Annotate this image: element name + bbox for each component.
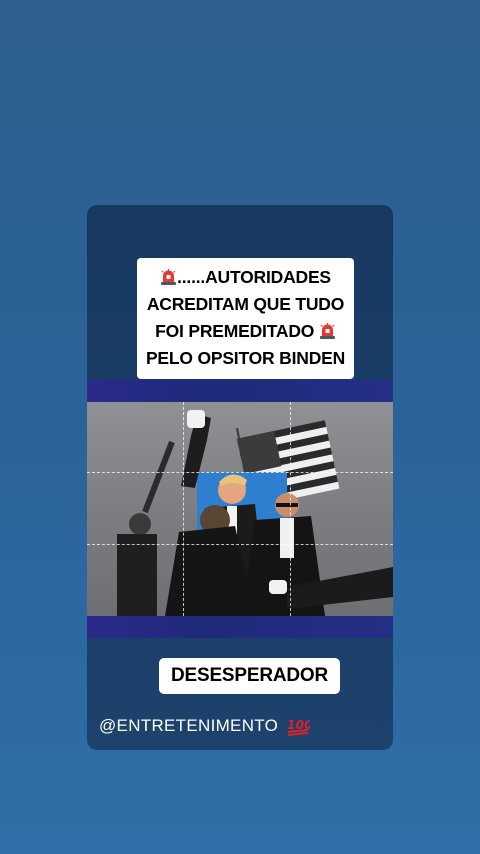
photo-bottom-band: [87, 616, 393, 638]
headline-line-4: PELO OPSITOR BINDEN: [145, 348, 346, 368]
photo-top-band: [87, 380, 393, 402]
mention-sticker[interactable]: @ENTRETENIMENTO 100: [99, 715, 313, 737]
caption-sticker[interactable]: DESESPERADOR: [159, 658, 340, 694]
headline-line-1: ......AUTORIDADES: [177, 267, 331, 287]
news-photo[interactable]: [87, 402, 393, 616]
siren-icon: [319, 320, 336, 339]
headline-box: ......AUTORIDADES ACREDITAM QUE TUDO FOI…: [137, 258, 354, 379]
mention-handle[interactable]: @ENTRETENIMENTO: [99, 716, 278, 736]
headline-line-2: ACREDITAM QUE TUDO: [146, 294, 345, 314]
story-card: ......AUTORIDADES ACREDITAM QUE TUDO FOI…: [87, 205, 393, 750]
hundred-points-icon: 100: [286, 715, 313, 737]
photo-illustration: [117, 410, 393, 616]
siren-icon: [160, 266, 177, 285]
headline-line-3: FOI PREMEDITADO: [155, 321, 315, 341]
